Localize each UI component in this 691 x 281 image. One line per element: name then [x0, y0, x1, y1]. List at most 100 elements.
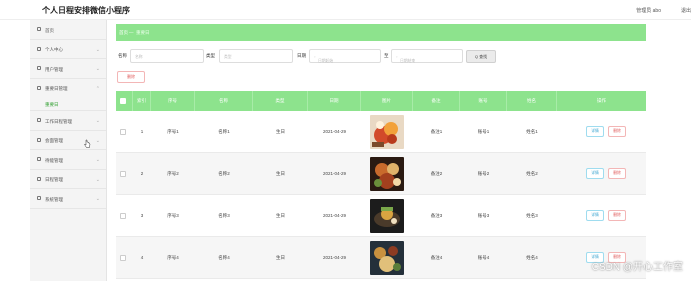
cell-type: 生日 — [276, 255, 285, 260]
watermark: CSDN @开心工作室 — [591, 262, 683, 273]
delete-button[interactable]: 删除 — [608, 126, 626, 137]
sidebar-item-profile[interactable]: 个人中心 ⌄ — [30, 40, 106, 59]
sidebar-item-schedule[interactable]: 日程管理 ⌄ — [30, 170, 106, 189]
cell-serial: 序号2 — [167, 171, 179, 176]
cell-person: 姓名1 — [526, 129, 538, 134]
header-name: 名称 — [195, 91, 253, 111]
sidebar-item-label: 会面管理 — [45, 138, 63, 143]
sidebar-item-users[interactable]: 用户管理 ⌄ — [30, 59, 106, 79]
cell-name: 名称2 — [218, 171, 230, 176]
delete-button[interactable]: 删除 — [608, 210, 626, 221]
cell-name: 名称4 — [218, 255, 230, 260]
chevron-down-icon: ⌄ — [95, 137, 100, 144]
select-all-checkbox[interactable] — [120, 98, 126, 104]
row-photo — [370, 157, 404, 191]
sidebar-item-meetings[interactable]: 会面管理 ⌄ — [30, 131, 106, 150]
date-start-input[interactable]: ▫ 日期起始 — [309, 49, 381, 63]
chevron-down-icon: ⌄ — [95, 118, 100, 124]
header-image: 图片 — [361, 91, 413, 111]
header-note: 备注 — [413, 91, 460, 111]
row-photo — [370, 199, 404, 233]
sidebar-item-system[interactable]: 系统管理 ⌄ — [30, 189, 106, 209]
date-end-input[interactable]: ▫ 日期结束 — [391, 49, 463, 63]
breadcrumb-home[interactable]: 首页 — [119, 30, 128, 36]
detail-button[interactable]: 详情 — [586, 126, 604, 137]
breadcrumb: 首页 — 重要日 — [116, 24, 646, 41]
breadcrumb-separator: — — [129, 29, 134, 35]
chevron-up-icon: ⌃ — [95, 85, 100, 92]
gear-icon — [37, 196, 41, 200]
table-header: 索引 序号 名称 类型 日期 图片 备注 账号 姓名 操作 — [116, 91, 646, 111]
name-filter-placeholder: 名称 — [135, 54, 143, 59]
row-checkbox[interactable] — [120, 255, 126, 261]
detail-button[interactable]: 详情 — [586, 210, 604, 221]
header-select-all — [116, 91, 133, 111]
header-actions: 操作 — [597, 98, 606, 103]
cell-account: 账号4 — [477, 255, 490, 260]
cell-type: 生日 — [276, 171, 285, 176]
row-photo — [370, 115, 404, 149]
bag-icon — [37, 176, 41, 181]
date-start-placeholder-text: 日期起始 — [318, 59, 334, 63]
sidebar-item-home[interactable]: 首页 — [30, 20, 106, 40]
type-filter-placeholder: 类型 — [224, 54, 232, 59]
date-to-label: 至 — [384, 53, 389, 58]
cell-name: 名称3 — [218, 213, 230, 218]
sidebar-item-work-schedule[interactable]: 工作日程管理 ⌄ — [30, 111, 106, 131]
cell-person: 姓名4 — [526, 255, 538, 260]
cell-date: 2021-04-29 — [322, 171, 347, 176]
cell-serial: 序号3 — [167, 213, 179, 218]
cell-type: 生日 — [276, 213, 285, 218]
date-filter-label: 日期 — [297, 53, 306, 58]
table-row: 4 序号4 名称4 生日 2021-04-29 备注4 账号4 姓名4 详情 删… — [116, 237, 646, 279]
home-icon — [37, 27, 41, 31]
sidebar-item-label: 待能管理 — [45, 157, 63, 163]
filter-bar: 名称 名称 类型 类型 日期 ▫ 日期起始 至 ▫ 日期结束 Q 查找 — [116, 49, 656, 63]
row-checkbox[interactable] — [120, 213, 126, 219]
cell-note: 备注2 — [430, 171, 443, 176]
cell-note: 备注3 — [430, 213, 443, 218]
header-index: 索引 — [133, 91, 151, 111]
cell-account: 账号3 — [477, 213, 490, 218]
table-row: 2 序号2 名称2 生日 2021-04-29 备注2 账号2 姓名2 详情 删… — [116, 153, 646, 195]
row-checkbox[interactable] — [120, 171, 126, 177]
date-end-placeholder-text: 日期结束 — [400, 59, 416, 63]
type-filter-input[interactable]: 类型 — [219, 49, 293, 63]
header-serial: 序号 — [151, 91, 195, 111]
sidebar-item-label: 个人中心 — [45, 47, 63, 52]
cell-account: 账号2 — [477, 171, 490, 176]
breadcrumb-current: 重要日 — [136, 30, 150, 35]
logout-link[interactable]: 退出 — [681, 7, 691, 14]
detail-button[interactable]: 详情 — [586, 168, 604, 179]
cell-account: 账号1 — [477, 129, 490, 134]
cell-serial: 序号4 — [167, 255, 179, 260]
cell-date: 2021-04-29 — [322, 213, 347, 218]
type-filter-label: 类型 — [206, 53, 215, 58]
chevron-down-icon: ⌄ — [95, 196, 100, 202]
search-button[interactable]: Q 查找 — [466, 50, 496, 63]
name-filter-label: 名称 — [118, 53, 127, 58]
admin-label: 管理员 abo — [636, 8, 661, 14]
cell-person: 姓名2 — [526, 171, 538, 176]
delete-button[interactable]: 删除 — [608, 168, 626, 179]
sidebar-item-label: 用户管理 — [45, 66, 63, 72]
cell-index: 3 — [140, 213, 144, 218]
sidebar-item-important-days[interactable]: 重要日管理 ⌃ — [30, 79, 106, 99]
header-date: 日期 — [308, 91, 361, 111]
sidebar-item-label: 系统管理 — [45, 196, 63, 202]
chevron-down-icon: ⌄ — [95, 157, 100, 163]
name-filter-input[interactable]: 名称 — [130, 49, 204, 63]
row-checkbox[interactable] — [120, 129, 126, 135]
sidebar-item-label: 重要日管理 — [45, 86, 68, 91]
cell-person: 姓名3 — [526, 213, 538, 218]
date-start-placeholder: ▫ 日期起始 — [314, 54, 334, 64]
sidebar-item-todo[interactable]: 待能管理 ⌄ — [30, 150, 106, 170]
chevron-down-icon: ⌄ — [95, 66, 100, 72]
header-account: 账号 — [460, 91, 507, 111]
bulk-delete-button[interactable]: 删除 — [117, 71, 145, 83]
cell-type: 生日 — [276, 129, 285, 134]
sidebar-subitem-important-day[interactable]: 重要日 — [30, 98, 106, 111]
table-row: 3 序号3 名称3 生日 2021-04-29 备注3 账号3 姓名3 详情 删… — [116, 195, 646, 237]
header-type: 类型 — [253, 91, 308, 111]
cell-name: 名称1 — [218, 129, 230, 134]
